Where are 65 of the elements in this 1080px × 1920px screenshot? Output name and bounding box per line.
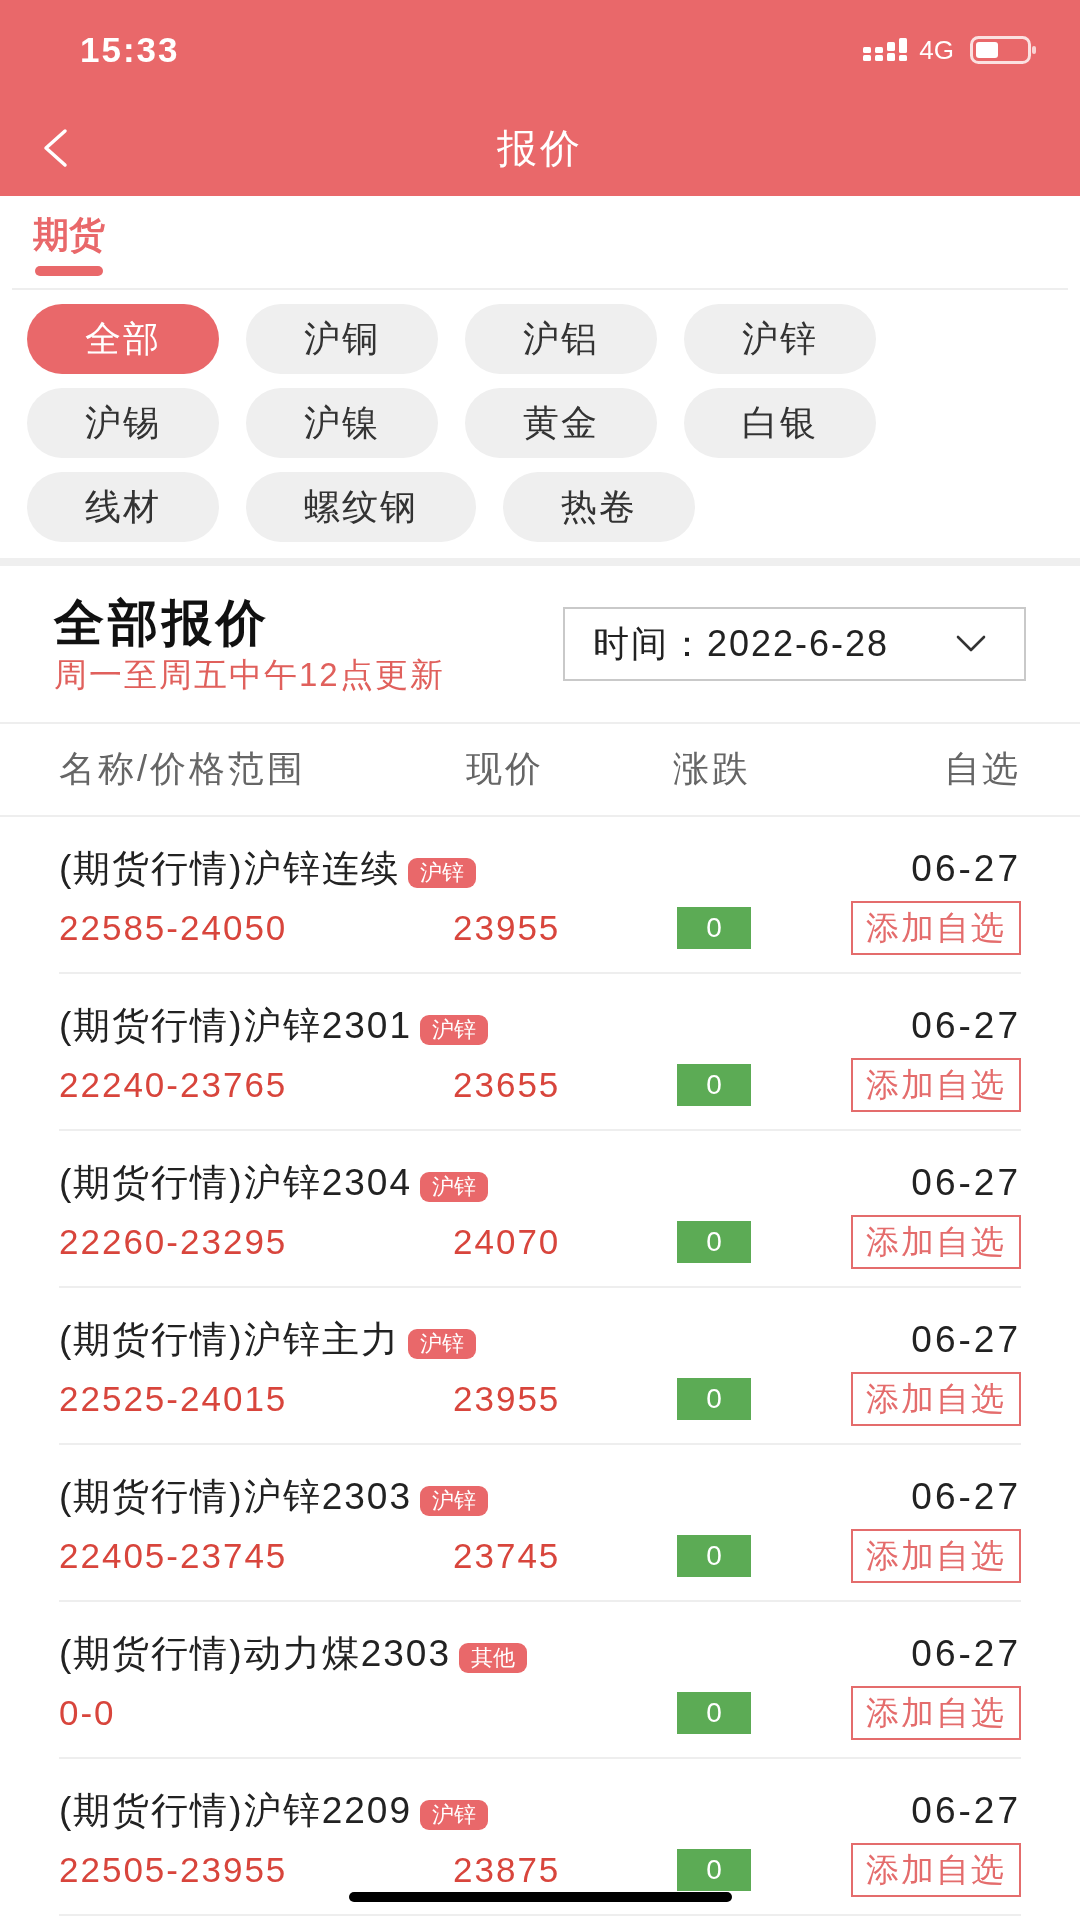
filter-chip[interactable]: 沪锌 — [684, 304, 876, 374]
status-time: 15:33 — [80, 30, 180, 70]
change-value: 0 — [677, 1535, 751, 1577]
quote-date: 06-27 — [911, 1476, 1021, 1518]
filter-chip[interactable]: 沪镍 — [246, 388, 438, 458]
category-tag: 沪锌 — [419, 1800, 488, 1830]
filter-chip[interactable]: 热卷 — [503, 472, 695, 542]
change-value: 0 — [677, 1064, 751, 1106]
current-price: 23955 — [453, 908, 561, 947]
quote-name: (期货行情)沪锌连续 — [59, 847, 400, 891]
section-title: 全部报价 — [54, 594, 270, 652]
price-range: 22585-24050 — [59, 908, 288, 947]
current-price: 23745 — [453, 1536, 561, 1575]
quote-date: 06-27 — [911, 1005, 1021, 1047]
filter-chip[interactable]: 沪铜 — [246, 304, 438, 374]
quote-name: (期货行情)沪锌2304 — [59, 1161, 412, 1205]
price-range: 22525-24015 — [59, 1379, 288, 1418]
column-header: 涨跌 — [673, 747, 751, 791]
quote-name: (期货行情)沪锌2301 — [59, 1004, 412, 1048]
filter-chip[interactable]: 沪锡 — [27, 388, 219, 458]
page-title: 报价 — [497, 124, 583, 172]
filter-chip[interactable]: 白银 — [684, 388, 876, 458]
current-price: 23955 — [453, 1379, 561, 1418]
current-price: 23655 — [453, 1065, 561, 1104]
quote-date: 06-27 — [911, 1162, 1021, 1204]
price-range: 0-0 — [59, 1693, 116, 1732]
current-price: 24070 — [453, 1222, 561, 1261]
battery-icon — [970, 36, 1036, 64]
column-header: 现价 — [466, 747, 545, 791]
quote-date: 06-27 — [911, 848, 1021, 890]
column-header: 名称/价格范围 — [59, 747, 307, 791]
price-range: 22505-23955 — [59, 1850, 288, 1889]
filter-chip[interactable]: 线材 — [27, 472, 219, 542]
column-header: 自选 — [944, 747, 1020, 791]
current-price: 23875 — [453, 1850, 561, 1889]
date-select[interactable]: 时间：2022-6-28 — [563, 607, 1026, 681]
quote-name: (期货行情)动力煤2303 — [59, 1632, 451, 1676]
quote-name: (期货行情)沪锌2209 — [59, 1789, 412, 1833]
category-tag: 沪锌 — [407, 1329, 476, 1359]
quote-date: 06-27 — [911, 1633, 1021, 1675]
change-value: 0 — [677, 907, 751, 949]
price-range: 22240-23765 — [59, 1065, 288, 1104]
quote-name: (期货行情)沪锌主力 — [59, 1318, 400, 1362]
category-tag: 沪锌 — [419, 1486, 488, 1516]
quote-date: 06-27 — [911, 1319, 1021, 1361]
price-range: 22260-23295 — [59, 1222, 288, 1261]
filter-chip[interactable]: 沪铝 — [465, 304, 657, 374]
change-value: 0 — [677, 1849, 751, 1891]
category-tag: 沪锌 — [419, 1015, 488, 1045]
price-range: 22405-23745 — [59, 1536, 288, 1575]
update-note: 周一至周五中午12点更新 — [54, 656, 445, 694]
chevron-down-icon — [956, 635, 986, 653]
category-tag: 沪锌 — [407, 858, 476, 888]
change-value: 0 — [677, 1221, 751, 1263]
category-tag: 沪锌 — [419, 1172, 488, 1202]
signal-icon — [863, 38, 908, 62]
quote-name: (期货行情)沪锌2303 — [59, 1475, 412, 1519]
network-type: 4G — [919, 34, 954, 66]
category-tag: 其他 — [458, 1643, 527, 1673]
filter-chip[interactable]: 螺纹钢 — [246, 472, 476, 542]
change-value: 0 — [677, 1378, 751, 1420]
quote-date: 06-27 — [911, 1790, 1021, 1832]
filter-chip[interactable]: 黄金 — [465, 388, 657, 458]
change-value: 0 — [677, 1692, 751, 1734]
back-icon[interactable] — [42, 128, 68, 168]
